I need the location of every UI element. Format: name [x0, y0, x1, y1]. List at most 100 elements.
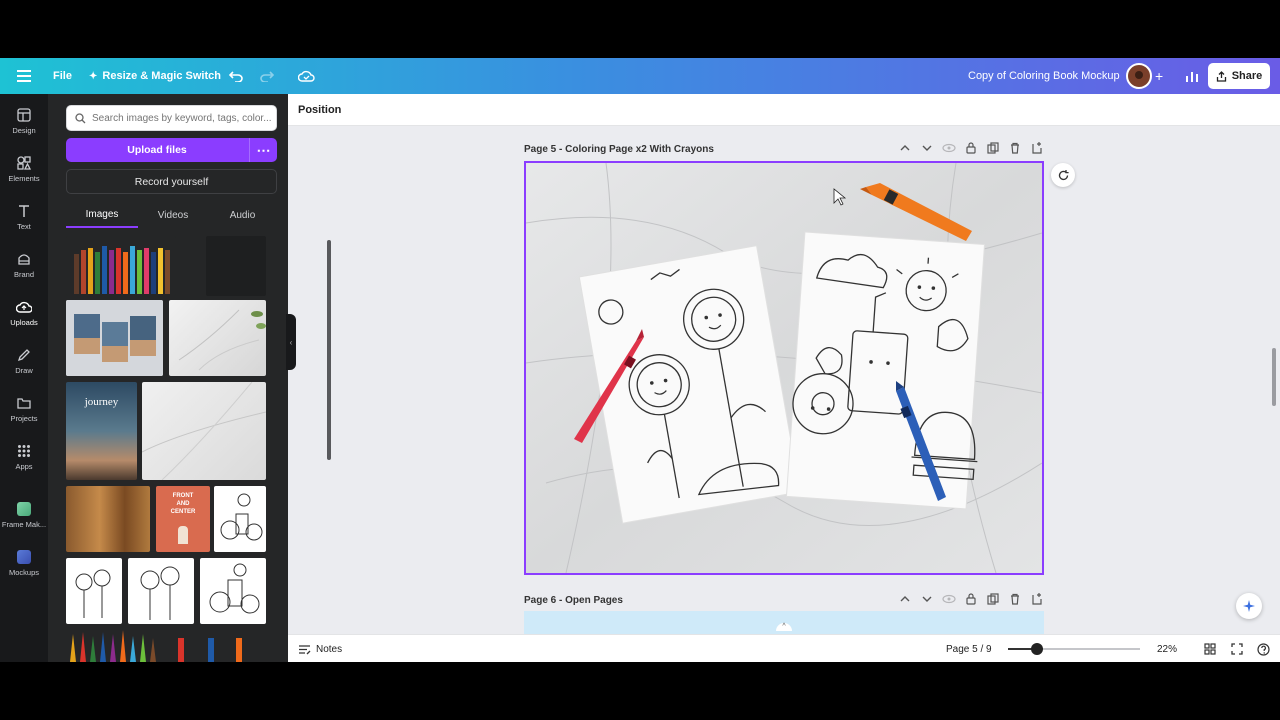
page-6-title[interactable]: Page 6 - Open Pages [524, 591, 623, 609]
rail-frame-maker[interactable]: Frame Mak... [0, 500, 48, 544]
page-tools [898, 591, 1044, 609]
tab-images[interactable]: Images [66, 202, 138, 228]
cloud-saved-icon[interactable] [298, 58, 315, 94]
thumb-book-mockup[interactable] [66, 300, 163, 376]
share-button[interactable]: Share [1208, 63, 1270, 89]
magic-assistant-icon[interactable] [1236, 593, 1262, 619]
rail-elements[interactable]: Elements [0, 154, 48, 198]
tab-audio[interactable]: Audio [208, 202, 277, 228]
chevron-down-icon[interactable] [920, 141, 934, 158]
zoom-slider[interactable] [1008, 643, 1140, 655]
rail-apps[interactable]: Apps [0, 442, 48, 486]
thumb-pencils-row[interactable] [66, 630, 271, 662]
thumb-marble-texture[interactable] [142, 382, 266, 480]
chevron-down-icon[interactable] [920, 592, 934, 609]
rail-design[interactable]: Design [0, 106, 48, 150]
notes-button[interactable]: Notes [298, 635, 342, 662]
thumb-wood[interactable] [66, 486, 150, 552]
avatar[interactable] [1126, 63, 1152, 89]
hide-page-icon[interactable] [942, 592, 956, 609]
folder-icon [17, 394, 31, 412]
cloud-upload-icon [16, 298, 32, 316]
thumb-journey-book[interactable]: journey [66, 382, 137, 480]
regenerate-icon[interactable] [1051, 163, 1075, 187]
thumb-coloring-food-2[interactable] [200, 558, 266, 624]
search-box[interactable] [66, 105, 277, 131]
rail-label: Uploads [10, 318, 38, 327]
page-5-canvas[interactable] [524, 161, 1044, 575]
notes-icon [299, 644, 311, 654]
redo-icon[interactable] [259, 58, 274, 94]
rail-brand[interactable]: Brand [0, 250, 48, 294]
page-5-header: Page 5 - Coloring Page x2 With Crayons [524, 140, 1044, 158]
collapse-panel-icon[interactable]: ‹ [286, 314, 296, 370]
position-button[interactable]: Position [298, 94, 341, 126]
file-menu[interactable]: File [53, 58, 72, 94]
chevron-up-icon[interactable] [898, 141, 912, 158]
thumb-front-and-center[interactable]: FRONT AND CENTER [156, 486, 210, 552]
panel-scrollbar[interactable] [326, 234, 332, 660]
thumb-dark[interactable] [206, 236, 266, 296]
upload-files-button[interactable]: Upload files ⋯ [66, 138, 277, 162]
undo-icon[interactable] [229, 58, 244, 94]
rail-label: Frame Mak... [1, 520, 47, 529]
rail-label: Elements [8, 174, 40, 183]
thumb-coloring-sunflower-1[interactable] [66, 558, 122, 624]
rail-label: Brand [13, 270, 34, 279]
lock-icon[interactable] [964, 141, 978, 158]
resize-label: Resize & Magic Switch [102, 70, 221, 82]
page-indicator[interactable]: Page 5 / 9 [946, 635, 992, 662]
grid-view-icon[interactable] [1204, 635, 1216, 662]
document-title[interactable]: Copy of Coloring Book Mockup [968, 58, 1120, 94]
rail-label: Text [17, 222, 31, 231]
canvas-scrollbar[interactable] [1272, 348, 1276, 406]
menu-icon[interactable] [17, 58, 31, 94]
tab-videos[interactable]: Videos [138, 202, 208, 228]
record-yourself-button[interactable]: Record yourself [66, 169, 277, 194]
rail-projects[interactable]: Projects [0, 394, 48, 438]
resize-magic-button[interactable]: ✦ Resize & Magic Switch [89, 58, 221, 94]
chevron-up-icon[interactable] [898, 592, 912, 609]
zoom-slider-handle[interactable] [1031, 643, 1043, 655]
rail-draw[interactable]: Draw [0, 346, 48, 390]
hide-page-icon[interactable] [942, 141, 956, 158]
sparkle-icon: ✦ [89, 70, 98, 82]
layout-icon [17, 106, 31, 124]
trash-icon[interactable] [1008, 141, 1022, 158]
thumb-coloring-sunflower-2[interactable] [128, 558, 194, 624]
rail-label: Draw [15, 366, 33, 375]
page-5-title[interactable]: Page 5 - Coloring Page x2 With Crayons [524, 140, 714, 158]
uploaded-images-grid: journey FRONT AND CENTER [66, 236, 271, 662]
text-icon [17, 202, 31, 220]
insights-icon[interactable] [1185, 58, 1199, 94]
add-page-icon[interactable] [1030, 141, 1044, 158]
rail-text[interactable]: Text [0, 202, 48, 246]
pen-icon [17, 346, 31, 364]
show-pages-icon[interactable]: ^ [776, 623, 792, 631]
add-collaborator-icon[interactable]: + [1155, 58, 1163, 94]
thumb-coloring-food[interactable] [214, 486, 266, 552]
rail-uploads[interactable]: Uploads [0, 298, 48, 342]
help-icon[interactable] [1257, 635, 1270, 662]
add-page-icon[interactable] [1030, 592, 1044, 609]
more-options-icon[interactable]: ⋯ [249, 138, 277, 162]
zoom-level[interactable]: 22% [1157, 635, 1177, 662]
share-icon [1216, 70, 1226, 82]
search-input[interactable] [92, 112, 272, 124]
trash-icon[interactable] [1008, 592, 1022, 609]
fullscreen-icon[interactable] [1231, 635, 1243, 662]
thumb-colored-pencils[interactable] [66, 236, 176, 296]
share-label: Share [1231, 70, 1263, 82]
frame-maker-icon [17, 500, 31, 518]
duplicate-icon[interactable] [986, 592, 1000, 609]
upload-files-label: Upload files [127, 144, 187, 156]
duplicate-icon[interactable] [986, 141, 1000, 158]
rail-label: Mockups [8, 568, 39, 577]
lock-icon[interactable] [964, 592, 978, 609]
rail-label: Design [12, 126, 36, 135]
rail-mockups[interactable]: Mockups [0, 548, 48, 592]
page-6-header: Page 6 - Open Pages [524, 591, 1044, 609]
media-tabs: Images Videos Audio [66, 202, 277, 228]
rail-label: Projects [10, 414, 38, 423]
thumb-marble-leaves[interactable] [169, 300, 266, 376]
